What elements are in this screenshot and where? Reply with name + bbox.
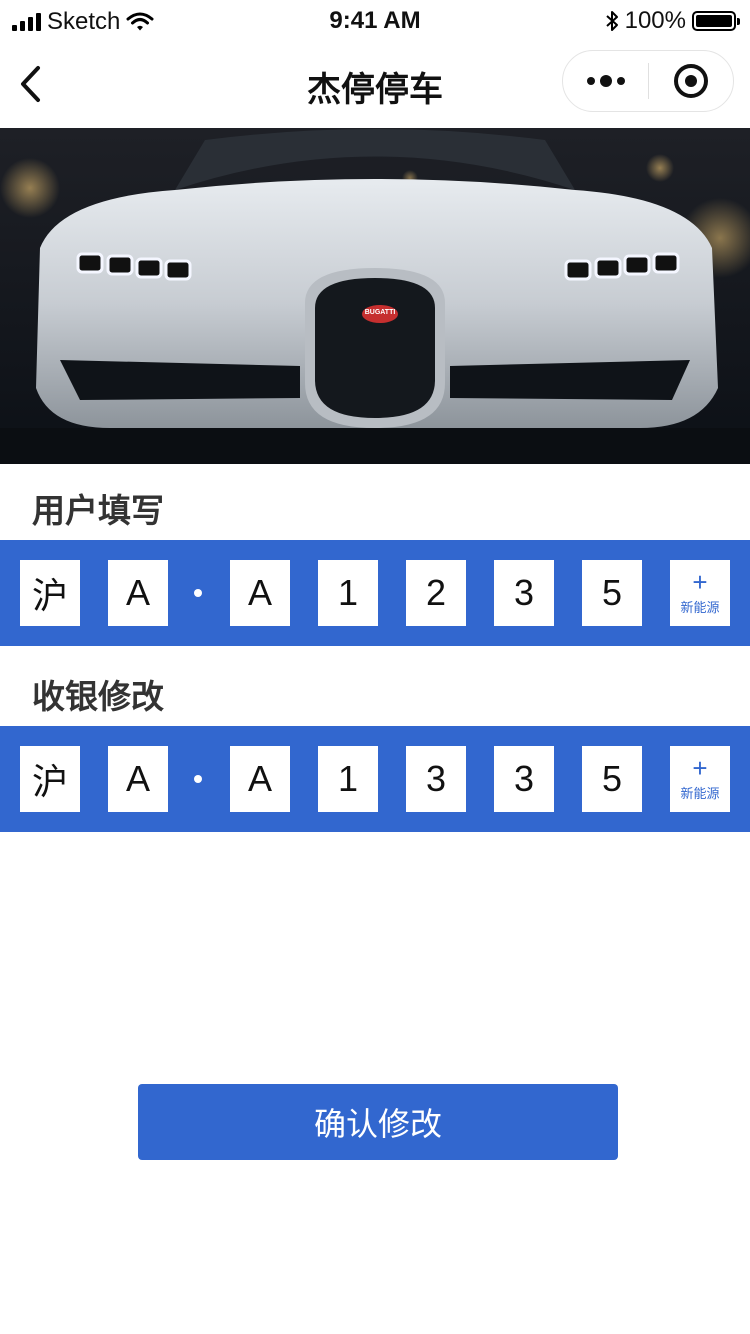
user-section-title: 用户填写 bbox=[32, 492, 164, 529]
bluetooth-icon bbox=[605, 11, 618, 31]
plate-char[interactable]: 3 bbox=[494, 560, 554, 626]
navigation-bar: 杰停停车 bbox=[0, 40, 750, 128]
hero-car-image: BUGATTI bbox=[0, 128, 750, 464]
close-miniprogram-button[interactable] bbox=[649, 51, 733, 111]
plate-separator-dot bbox=[194, 589, 202, 597]
cashier-section-title: 收银修改 bbox=[32, 678, 164, 715]
plate-char[interactable]: A bbox=[230, 560, 290, 626]
plate-char-province[interactable]: 沪 bbox=[20, 746, 80, 812]
more-button[interactable] bbox=[563, 51, 648, 111]
mini-program-capsule bbox=[562, 50, 734, 112]
plate-char[interactable]: 5 bbox=[582, 560, 642, 626]
user-plate-bar: 沪 A A 1 2 3 5 + 新能源 bbox=[0, 540, 750, 646]
plate-char[interactable]: A bbox=[230, 746, 290, 812]
plate-separator-dot bbox=[194, 775, 202, 783]
plate-char[interactable]: 5 bbox=[582, 746, 642, 812]
battery-percent: 100% bbox=[624, 7, 686, 34]
car-brand-badge: BUGATTI bbox=[364, 309, 396, 316]
status-bar: Sketch 9:41 AM 100% bbox=[0, 0, 750, 40]
more-dots-icon bbox=[586, 75, 625, 87]
plate-char[interactable]: 3 bbox=[406, 746, 466, 812]
plate-char[interactable]: 1 bbox=[318, 746, 378, 812]
new-energy-label: 新能源 bbox=[680, 785, 720, 801]
plate-char-letter[interactable]: A bbox=[108, 746, 168, 812]
new-energy-button[interactable]: + 新能源 bbox=[670, 746, 730, 812]
car-illustration bbox=[0, 128, 750, 464]
new-energy-button[interactable]: + 新能源 bbox=[670, 560, 730, 626]
plate-char-letter[interactable]: A bbox=[108, 560, 168, 626]
cashier-plate-bar: 沪 A A 1 3 3 5 + 新能源 bbox=[0, 726, 750, 832]
new-energy-label: 新能源 bbox=[680, 599, 720, 615]
plate-char[interactable]: 3 bbox=[494, 746, 554, 812]
plate-char[interactable]: 1 bbox=[318, 560, 378, 626]
confirm-modify-button[interactable]: 确认修改 bbox=[138, 1084, 618, 1160]
plate-char[interactable]: 2 bbox=[406, 560, 466, 626]
battery-icon bbox=[692, 11, 740, 31]
plus-icon: + bbox=[692, 566, 708, 597]
plus-icon: + bbox=[692, 752, 708, 783]
target-icon bbox=[673, 64, 708, 98]
status-right: 100% bbox=[605, 7, 740, 35]
plate-char-province[interactable]: 沪 bbox=[20, 560, 80, 626]
